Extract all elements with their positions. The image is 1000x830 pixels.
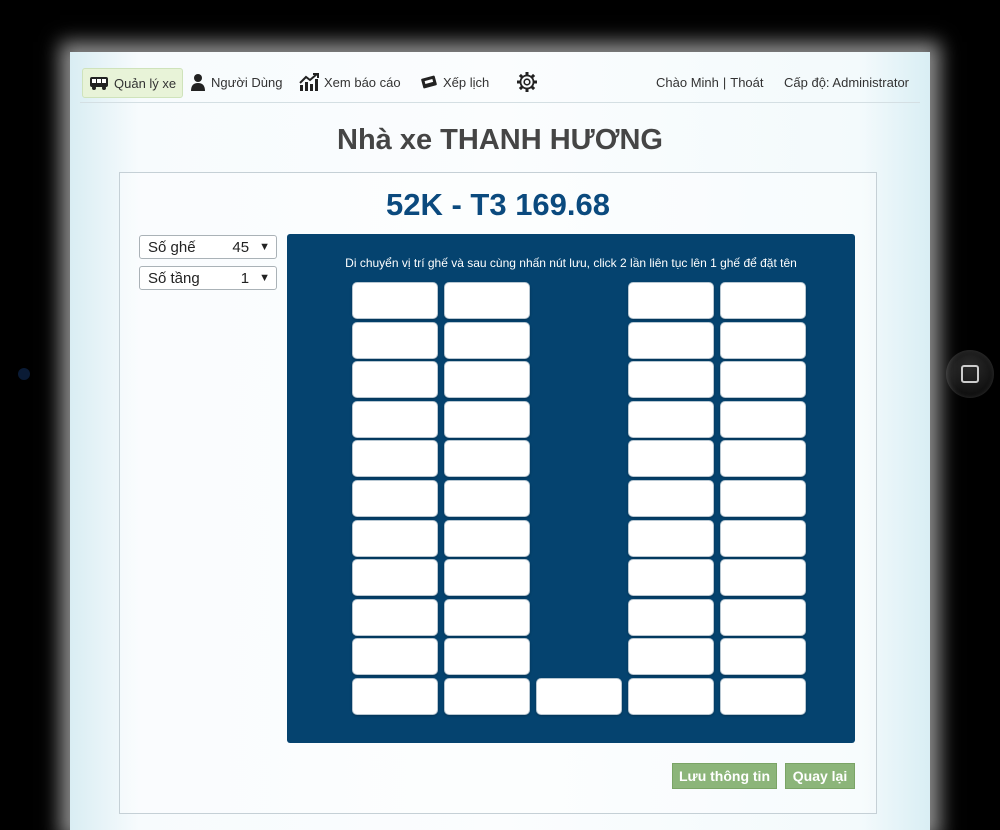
bus-layout-panel: 52K - T3 169.68 Số ghế 45 ▼ Số tầng 1 ▼ … xyxy=(119,172,877,814)
nav-item-xem-bao-cao[interactable]: Xem báo cáo xyxy=(299,68,401,96)
dropdown-arrow-icon: ▼ xyxy=(259,272,270,284)
seat[interactable] xyxy=(352,361,438,398)
bus-icon xyxy=(90,77,108,90)
seat-instructions: Di chuyển vị trí ghế và sau cùng nhấn nú… xyxy=(345,256,797,270)
seat[interactable] xyxy=(444,401,530,438)
seat[interactable] xyxy=(628,480,714,517)
seat[interactable] xyxy=(720,599,806,636)
back-button[interactable]: Quay lại xyxy=(785,763,855,789)
seat[interactable] xyxy=(444,322,530,359)
seat[interactable] xyxy=(628,678,714,715)
seat-count-value: 45 xyxy=(232,238,250,256)
seat[interactable] xyxy=(720,440,806,477)
seat[interactable] xyxy=(720,480,806,517)
seat[interactable] xyxy=(444,678,530,715)
seat[interactable] xyxy=(352,559,438,596)
seat[interactable] xyxy=(720,401,806,438)
seat[interactable] xyxy=(444,520,530,557)
chart-icon xyxy=(299,73,319,91)
seat[interactable] xyxy=(444,599,530,636)
seat[interactable] xyxy=(444,440,530,477)
top-nav: Quản lý xe Người Dùng Xem báo cáo Xếp lị… xyxy=(80,62,920,103)
seat[interactable] xyxy=(352,282,438,319)
seat[interactable] xyxy=(352,440,438,477)
logout-link[interactable]: Thoát xyxy=(730,75,763,90)
plate-number: 52K - T3 169.68 xyxy=(385,187,611,222)
seat[interactable] xyxy=(720,520,806,557)
seat[interactable] xyxy=(352,322,438,359)
user-level: Cấp độ: Administrator xyxy=(784,68,909,96)
seat[interactable] xyxy=(720,559,806,596)
seat[interactable] xyxy=(628,322,714,359)
seat-count-label: Số ghế xyxy=(148,238,196,256)
seat[interactable] xyxy=(444,282,530,319)
seat[interactable] xyxy=(352,678,438,715)
save-button[interactable]: Lưu thông tin xyxy=(672,763,777,789)
seat[interactable] xyxy=(628,559,714,596)
device-camera xyxy=(18,368,30,380)
home-button[interactable] xyxy=(946,350,994,398)
user-icon xyxy=(191,74,205,91)
app-screen: Quản lý xe Người Dùng Xem báo cáo Xếp lị… xyxy=(70,52,930,830)
greeting-text: Chào Minh xyxy=(656,74,719,90)
seat[interactable] xyxy=(444,361,530,398)
nav-item-xep-lich[interactable]: Xếp lịch xyxy=(420,68,489,96)
seat[interactable] xyxy=(720,361,806,398)
seat[interactable] xyxy=(352,599,438,636)
seat-area: Di chuyển vị trí ghế và sau cùng nhấn nú… xyxy=(287,234,855,743)
nav-item-quan-ly-xe[interactable]: Quản lý xe xyxy=(82,68,184,98)
seat[interactable] xyxy=(536,678,622,715)
seat[interactable] xyxy=(628,638,714,675)
floor-count-select[interactable]: Số tầng 1 ▼ xyxy=(139,266,277,290)
page-title: Nhà xe THANH HƯƠNG xyxy=(337,124,663,156)
seat[interactable] xyxy=(352,480,438,517)
nav-label: Quản lý xe xyxy=(114,75,177,91)
seat[interactable] xyxy=(720,678,806,715)
seat[interactable] xyxy=(352,520,438,557)
seat[interactable] xyxy=(444,638,530,675)
seat[interactable] xyxy=(628,599,714,636)
ticket-icon xyxy=(421,75,437,89)
dropdown-arrow-icon: ▼ xyxy=(259,241,270,253)
settings-button[interactable] xyxy=(516,68,543,96)
seat[interactable] xyxy=(720,282,806,319)
level-text: Cấp độ: Administrator xyxy=(784,74,910,90)
seat[interactable] xyxy=(720,638,806,675)
nav-label: Xếp lịch xyxy=(443,74,490,90)
seat[interactable] xyxy=(444,559,530,596)
seat[interactable] xyxy=(352,401,438,438)
nav-separator: | xyxy=(722,74,727,90)
gear-icon xyxy=(517,72,537,92)
seat-count-select[interactable]: Số ghế 45 ▼ xyxy=(139,235,277,259)
seat[interactable] xyxy=(628,401,714,438)
seat[interactable] xyxy=(628,361,714,398)
seat[interactable] xyxy=(720,322,806,359)
nav-label: Người Dùng xyxy=(211,74,283,90)
floor-count-label: Số tầng xyxy=(148,269,200,287)
seat[interactable] xyxy=(628,282,714,319)
seat[interactable] xyxy=(628,440,714,477)
nav-label: Xem báo cáo xyxy=(324,74,401,90)
floor-count-value: 1 xyxy=(240,269,250,287)
nav-item-nguoi-dung[interactable]: Người Dùng xyxy=(190,68,282,96)
home-square-icon xyxy=(961,365,979,383)
seat[interactable] xyxy=(628,520,714,557)
user-greeting: Chào Minh | Thoát xyxy=(656,68,764,96)
seat[interactable] xyxy=(352,638,438,675)
seat[interactable] xyxy=(444,480,530,517)
